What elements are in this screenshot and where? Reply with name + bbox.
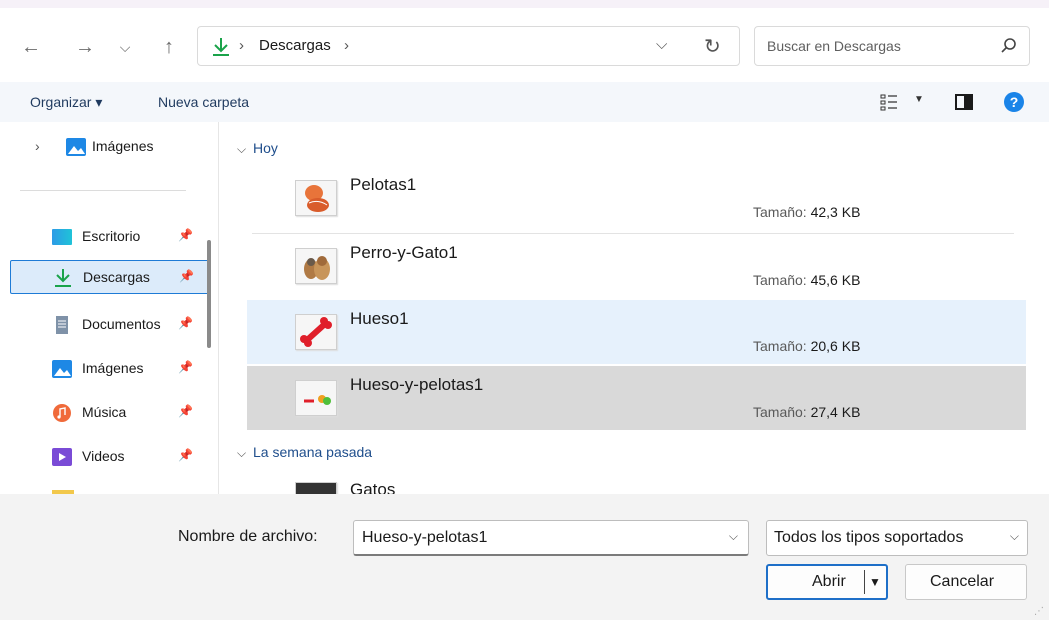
filename-value: Hueso-y-pelotas1	[362, 529, 488, 546]
sidebar-item-documentos[interactable]: Documentos 📌	[10, 308, 210, 342]
cancel-button-label: Cancelar	[930, 573, 995, 590]
address-history-chevron-icon[interactable]: ⌵	[656, 36, 667, 53]
sidebar-item-descargas[interactable]: Descargas 📌	[10, 260, 210, 294]
pin-icon[interactable]: 📌	[178, 316, 193, 330]
cats-thumbnail-icon	[295, 482, 337, 494]
sidebar-item-label: Música	[82, 404, 127, 420]
command-bar: Organizar ▾ Nueva carpeta ▼ ?	[0, 82, 1049, 122]
recent-locations-chevron-icon[interactable]: ⌵	[114, 36, 136, 58]
file-name: Pelotas1	[350, 175, 417, 194]
pin-icon[interactable]: 📌	[178, 360, 193, 374]
filename-input[interactable]: Hueso-y-pelotas1 ⌵	[353, 520, 749, 556]
group-header-la-semana-pasada[interactable]: ⌵ La semana pasada	[237, 444, 372, 461]
pictures-icon	[66, 138, 86, 156]
file-size: Tamaño: 42,3 KB	[753, 204, 861, 220]
open-button[interactable]: Abrir ▼	[766, 564, 888, 600]
address-bar[interactable]: › Descargas › ⌵ ↻	[197, 26, 740, 66]
file-row-pelotas1[interactable]: Pelotas1 Tamaño: 42,3 KB	[247, 166, 1026, 230]
sidebar-item-escritorio[interactable]: Escritorio 📌	[10, 220, 210, 254]
refresh-icon[interactable]: ↻	[704, 34, 721, 59]
sidebar-item-label: Escritorio	[82, 228, 141, 244]
resize-grip-icon[interactable]: ⋰	[1034, 606, 1044, 617]
open-split-divider	[864, 570, 865, 594]
dog-and-cat-thumbnail-icon	[295, 248, 337, 284]
sidebar-item-label: Imágenes	[82, 360, 144, 376]
file-size: Tamaño: 20,6 KB	[753, 338, 861, 354]
sidebar-item-label: Videos	[82, 448, 125, 464]
up-arrow-icon[interactable]: ↑	[158, 36, 180, 58]
group-header-hoy[interactable]: ⌵ Hoy	[237, 140, 278, 157]
breadcrumb-descargas[interactable]: Descargas	[259, 37, 331, 54]
group-header-label: Hoy	[253, 140, 278, 156]
pin-icon[interactable]: 📌	[178, 404, 193, 418]
preview-pane-icon[interactable]	[955, 94, 973, 110]
pictures-icon	[52, 360, 72, 378]
filename-history-chevron-icon[interactable]: ⌵	[729, 529, 738, 544]
file-row-gatos[interactable]: Gatos	[247, 470, 1026, 494]
file-type-chevron-icon[interactable]: ⌵	[1010, 529, 1019, 544]
view-dropdown-caret-icon[interactable]: ▼	[914, 94, 924, 105]
desktop-icon	[52, 229, 72, 245]
file-row-hueso1[interactable]: Hueso1 Tamaño: 20,6 KB	[247, 300, 1026, 364]
back-arrow-icon[interactable]: ←	[20, 36, 42, 58]
file-type-select[interactable]: Todos los tipos soportados ⌵	[766, 520, 1028, 556]
file-name: Gatos	[350, 480, 396, 494]
file-type-value: Todos los tipos soportados	[774, 529, 964, 546]
sidebar-item-musica[interactable]: Música 📌	[10, 396, 210, 430]
view-options-icon[interactable]	[880, 93, 898, 111]
organize-button[interactable]: Organizar ▾	[30, 94, 102, 111]
music-icon	[53, 404, 71, 422]
forward-arrow-icon[interactable]: →	[74, 36, 96, 58]
new-folder-button[interactable]: Nueva carpeta	[158, 94, 249, 110]
dialog-footer: Nombre de archivo: Hueso-y-pelotas1 ⌵ To…	[0, 494, 1049, 620]
download-icon	[213, 38, 229, 56]
pin-icon[interactable]: 📌	[178, 448, 193, 462]
sidebar-item-label: Descargas	[83, 269, 150, 285]
file-list: ⌵ Hoy Pelotas1 Tamaño: 42,3 KB Perro-y-Ga…	[219, 122, 1030, 494]
sidebar-item-videos[interactable]: Videos 📌	[10, 440, 210, 474]
search-icon[interactable]	[999, 36, 1019, 56]
bone-and-balls-thumbnail-icon	[295, 380, 337, 416]
help-icon[interactable]: ?	[1004, 92, 1024, 112]
cancel-button[interactable]: Cancelar	[905, 564, 1027, 600]
file-size: Tamaño: 27,4 KB	[753, 404, 861, 420]
collapse-chevron-icon[interactable]: ⌵	[237, 446, 253, 461]
open-options-caret-icon[interactable]: ▼	[869, 575, 881, 589]
file-name: Hueso1	[350, 309, 409, 328]
sidebar-item-imagenes[interactable]: Imágenes 📌	[10, 352, 210, 386]
pin-icon[interactable]: 📌	[179, 269, 194, 283]
sidebar-item-imagenes-top[interactable]: Imágenes	[10, 130, 210, 164]
file-size: Tamaño: 45,6 KB	[753, 272, 861, 288]
download-icon	[55, 269, 71, 287]
sidebar-divider	[20, 190, 186, 191]
sidebar-scrollbar[interactable]	[207, 240, 211, 348]
file-row-hueso-y-pelotas1[interactable]: Hueso-y-pelotas1 Tamaño: 27,4 KB	[247, 366, 1026, 430]
file-row-perro-y-gato1[interactable]: Perro-y-Gato1 Tamaño: 45,6 KB	[247, 234, 1026, 298]
sidebar-item-label: Imágenes	[92, 138, 154, 154]
breadcrumb-separator-end[interactable]: ›	[344, 37, 349, 54]
group-header-label: La semana pasada	[253, 444, 373, 460]
document-icon	[56, 316, 68, 334]
search-placeholder: Buscar en Descargas	[767, 38, 901, 54]
navigation-sidebar: › Imágenes Escritorio 📌 Descargas 📌 Docu…	[0, 122, 218, 494]
sidebar-item-label: Documentos	[82, 316, 161, 332]
open-button-label: Abrir	[812, 573, 846, 590]
filename-label: Nombre de archivo:	[178, 528, 318, 545]
search-input[interactable]: Buscar en Descargas	[754, 26, 1030, 66]
bone-thumbnail-icon	[295, 314, 337, 350]
collapse-chevron-icon[interactable]: ⌵	[237, 142, 253, 157]
file-name: Perro-y-Gato1	[350, 243, 458, 262]
balls-thumbnail-icon	[295, 180, 337, 216]
window-top-strip	[0, 0, 1049, 8]
video-icon	[52, 448, 72, 466]
breadcrumb-separator[interactable]: ›	[239, 37, 244, 54]
pin-icon[interactable]: 📌	[178, 228, 193, 242]
file-name: Hueso-y-pelotas1	[350, 375, 484, 394]
navigation-bar: ← → ⌵ ↑ › Descargas › ⌵ ↻ Buscar en Desc…	[0, 8, 1049, 82]
